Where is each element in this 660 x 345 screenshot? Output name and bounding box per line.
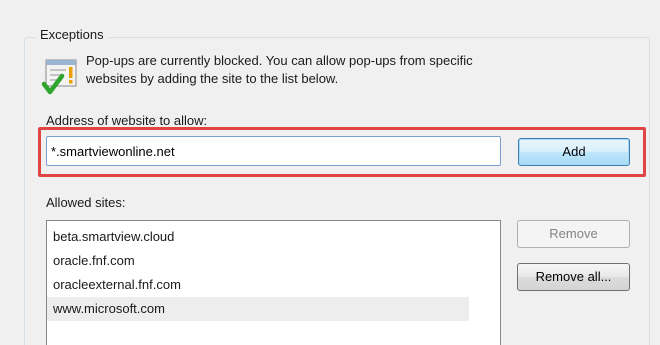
allowed-sites-label: Allowed sites: <box>46 195 126 210</box>
allowed-site-item-selected[interactable]: www.microsoft.com <box>47 297 469 321</box>
allowed-site-item[interactable]: oracle.fnf.com <box>47 249 469 273</box>
info-text: Pop-ups are currently blocked. You can a… <box>86 52 606 88</box>
remove-all-button[interactable]: Remove all... <box>517 263 630 291</box>
add-button[interactable]: Add <box>518 138 630 166</box>
popup-blocked-check-icon <box>41 59 77 95</box>
allowed-sites-list[interactable]: beta.smartview.cloud oracle.fnf.com orac… <box>46 220 501 345</box>
info-text-line-2: websites by adding the site to the list … <box>86 71 339 86</box>
info-text-line-1: Pop-ups are currently blocked. You can a… <box>86 53 473 68</box>
address-input[interactable] <box>46 136 501 166</box>
allowed-site-item[interactable]: beta.smartview.cloud <box>47 225 469 249</box>
popup-exceptions-page: Exceptions Pop-ups are currently blocked… <box>0 0 660 345</box>
remove-button[interactable]: Remove <box>517 220 630 248</box>
allowed-site-item[interactable]: oracleexternal.fnf.com <box>47 273 469 297</box>
exceptions-group-title: Exceptions <box>36 26 108 44</box>
